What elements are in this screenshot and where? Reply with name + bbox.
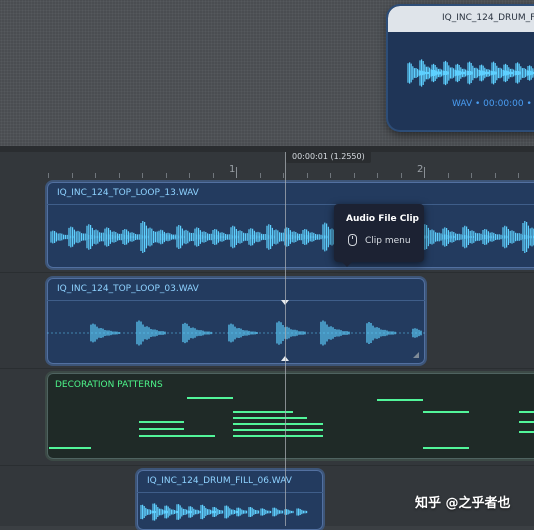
pattern-note[interactable]	[139, 435, 215, 437]
ruler-tick	[330, 173, 331, 178]
clip-header-divider	[47, 204, 534, 205]
watermark: 知乎 @之乎者也	[415, 496, 511, 511]
clip-header-divider	[47, 300, 425, 301]
pattern-note[interactable]	[233, 435, 323, 437]
pattern-note[interactable]	[139, 421, 184, 423]
clip-name: IQ_INC_124_TOP_LOOP_13.WAV	[57, 188, 199, 198]
ruler-tick	[283, 173, 284, 178]
ruler-tick	[377, 173, 378, 178]
ruler-tick	[447, 173, 449, 178]
ruler-tick	[494, 173, 496, 178]
clip-name: IQ_INC_124_DRUM_FILL_06.WAV	[147, 476, 292, 486]
ruler-tick	[212, 173, 214, 178]
ruler-tick	[142, 173, 143, 178]
pattern-note[interactable]	[519, 431, 534, 433]
clip-header-divider	[137, 492, 323, 493]
pattern-note[interactable]	[519, 411, 534, 413]
pattern-note[interactable]	[49, 447, 91, 449]
clip-resize-handle[interactable]	[413, 352, 419, 358]
audio-clip-top-loop-03[interactable]: IQ_INC_124_TOP_LOOP_03.WAV	[47, 278, 425, 364]
preview-waveform	[407, 59, 534, 87]
preview-file-info: WAV • 00:00:00 •	[452, 99, 532, 109]
lane-separator	[0, 368, 534, 369]
preview-file-name: IQ_INC_124_DRUM_FIL	[442, 13, 534, 23]
pattern-note[interactable]	[233, 411, 293, 413]
ruler-tick	[518, 173, 519, 178]
ruler-label-bar-1: 1	[229, 164, 236, 175]
playhead-time-readout: 00:00:01 (1.2550)	[286, 150, 371, 163]
audio-preview-card[interactable]: IQ_INC_124_DRUM_FIL WAV • 00:00:00 •	[388, 6, 534, 130]
ruler-tick	[400, 173, 402, 178]
playhead-line[interactable]	[285, 152, 286, 526]
pattern-note[interactable]	[233, 417, 307, 419]
clip-name: IQ_INC_124_TOP_LOOP_03.WAV	[57, 284, 199, 294]
ruler-tick	[118, 173, 120, 178]
pattern-note[interactable]	[423, 447, 469, 449]
clip-waveform	[140, 503, 308, 521]
tooltip-action: Clip menu	[365, 236, 411, 246]
pattern-note[interactable]	[377, 399, 423, 401]
lane-separator	[0, 272, 534, 273]
pattern-note[interactable]	[187, 397, 233, 399]
clip-waveform	[47, 320, 425, 346]
audio-clip-drum-fill-06[interactable]: IQ_INC_124_DRUM_FILL_06.WAV	[137, 470, 323, 530]
pattern-clip-decoration[interactable]: DECORATION PATTERNS	[47, 373, 534, 459]
pattern-note[interactable]	[519, 421, 534, 423]
clip-waveform	[50, 220, 534, 254]
ruler-tick	[71, 173, 73, 178]
lane-separator	[0, 465, 534, 466]
pattern-note[interactable]	[423, 411, 469, 413]
ruler-tick	[165, 173, 167, 178]
clip-tooltip: Audio File Clip Clip menu	[334, 204, 424, 267]
ruler-tick	[353, 173, 355, 178]
pattern-note[interactable]	[233, 423, 323, 425]
ruler-tick	[306, 173, 308, 178]
ruler-tick	[424, 167, 425, 178]
ruler-tick	[471, 173, 472, 178]
ruler-label-bar-2: 2	[417, 164, 424, 175]
audio-clip-top-loop-13[interactable]: IQ_INC_124_TOP_LOOP_13.WAV	[47, 182, 534, 268]
ruler-tick	[95, 173, 96, 178]
ruler-tick	[236, 167, 237, 178]
pattern-note[interactable]	[139, 428, 184, 430]
mouse-right-click-icon	[348, 234, 357, 246]
ruler-tick	[48, 173, 49, 178]
ruler-tick	[189, 173, 190, 178]
tooltip-title: Audio File Clip	[346, 214, 419, 224]
ruler-tick	[259, 173, 261, 178]
pattern-name: DECORATION PATTERNS	[55, 380, 163, 390]
pattern-note[interactable]	[233, 429, 323, 431]
timeline-ruler[interactable]: 1 2	[48, 164, 534, 178]
